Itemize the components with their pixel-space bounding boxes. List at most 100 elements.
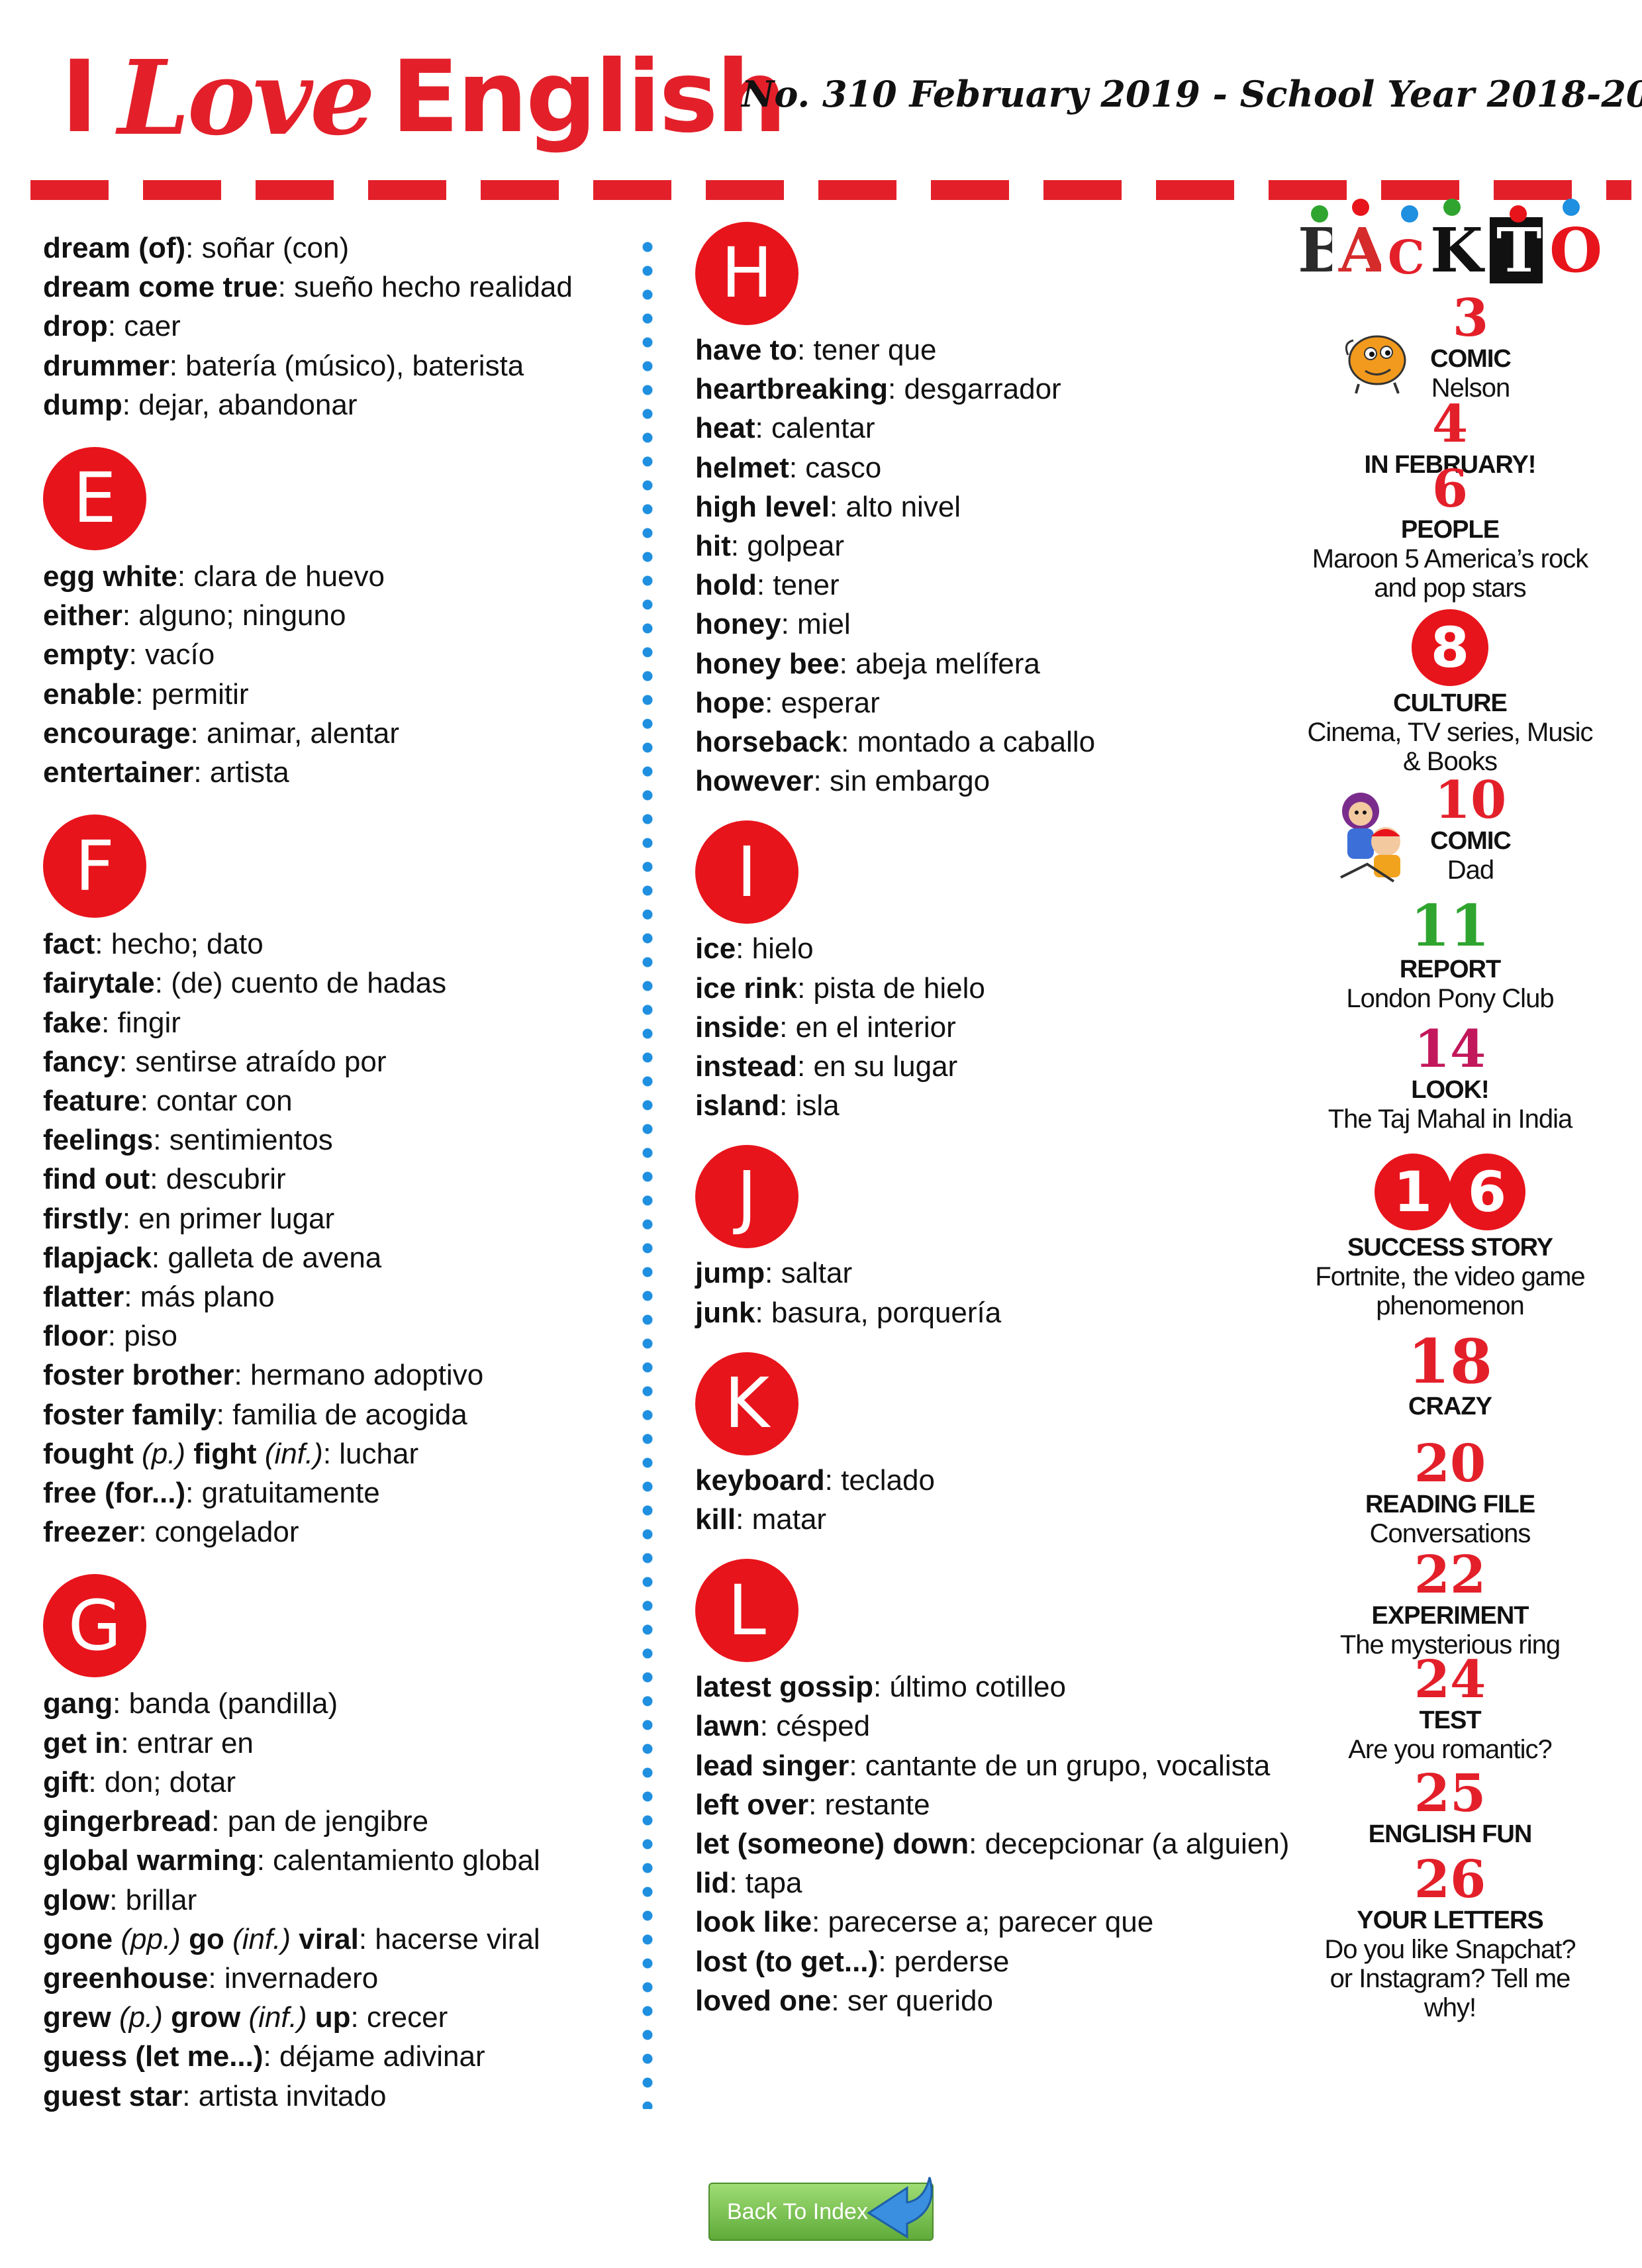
term-colon: : [263,2040,279,2073]
glossary-entry: fancy: sentirse atraído por [43,1042,632,1081]
glossary-entry: floor: piso [43,1316,632,1356]
entry-term: guess (let me...) [43,2040,264,2073]
toc-item[interactable]: 10 COMIC Dad [1278,775,1622,885]
entry-definition: fingir [117,1006,181,1039]
toc-item[interactable]: 6 PEOPLE Maroon 5 America’s rock and pop s… [1278,464,1622,603]
entry-definition: saltar [781,1257,853,1290]
toc-item[interactable]: 18 CRAZY [1278,1331,1622,1421]
toc-item[interactable]: 3 COMIC Nelson [1278,293,1622,403]
entry-definition: calentar [771,412,875,445]
entry-term: however [695,765,814,798]
term-colon: : [849,1749,865,1782]
term-colon: : [322,1437,340,1470]
term-colon: : [124,1281,140,1314]
term-colon: : [824,1463,842,1497]
toc-section-desc: Conversations [1369,1519,1531,1548]
term-colon: : [211,1805,228,1838]
letter-section-header: L [695,1559,1291,1663]
toc-item[interactable]: 25 ENGLISH FUN [1278,1768,1622,1849]
term-colon: : [887,373,904,406]
glossary-entry: gone (pp.) go (inf.) viral: hacerse vira… [43,1920,632,1959]
glossary-entry: island: isla [695,1086,1291,1125]
glossary-entry: lead singer: cantante de un grupo, vocal… [695,1746,1291,1785]
entry-definition: artista [209,756,289,789]
entry-term: go [189,1922,224,1955]
entry-definition: calentamiento global [273,1844,540,1877]
term-colon: : [756,569,773,602]
entry-term: flatter [43,1281,124,1314]
entry-definition: banda (pandilla) [128,1687,338,1720]
glossary-entry: freezer: congelador [43,1512,632,1552]
page-number: 4 [1431,394,1469,454]
toc-section-title: CRAZY [1408,1393,1492,1420]
toc-item[interactable]: 14 LOOK! The Taj Mahal in India [1278,1024,1622,1134]
toc-item[interactable]: 20 READING FILE Conversations [1278,1438,1622,1549]
glossary-entry: fairytale: (de) cuento de hadas [43,963,632,1003]
term-colon: : [841,726,857,759]
glossary-entry: enable: permitir [43,675,632,714]
glossary-entry: honey bee: abeja melífera [695,644,1291,683]
entry-term: honey bee [695,647,840,680]
glossary-entry: ice rink: pista de hielo [695,969,1291,1008]
grammar-note: (p.) [119,2001,163,2034]
glossary-entry: dream come true: sueño hecho realidad [43,268,632,307]
term-colon: : [122,1202,139,1235]
entry-term: enable [43,677,136,711]
entry-term: lost (to get...) [695,1945,879,1978]
glossary-entry: glow: brillar [43,1881,632,1920]
entry-term: greenhouse [43,1961,209,1995]
toc-item[interactable]: 11 REPORT London Pony Club [1278,898,1622,1014]
term-colon: : [736,1503,752,1536]
toc-section-desc: The Taj Mahal in India [1328,1105,1573,1134]
glossary-entry: foster brother: hermano adoptivo [43,1356,632,1395]
toc-item[interactable]: 24 TEST Are you romantic? [1278,1654,1622,1765]
term-colon: : [216,1398,233,1431]
toc-item[interactable]: 26 YOUR LETTERS Do you like Snapchat? or I… [1278,1854,1622,2023]
entry-definition: hacerse viral [375,1922,540,1955]
glossary-entry: entertainer: artista [43,753,632,792]
entry-term: drummer [43,349,169,382]
entry-term: feelings [43,1124,154,1157]
toc-item[interactable]: 22 EXPERIMENT The mysterious ring [1278,1545,1622,1660]
term-colon: : [190,716,207,750]
toc-item[interactable]: 8 CULTURE Cinema, TV series, Music & Books [1278,609,1622,776]
logo-word-english: English [391,40,787,155]
glossary-entry: get in: entrar en [43,1724,632,1763]
entry-definition: sentimientos [169,1124,333,1157]
term-colon: : [277,271,295,304]
term-colon: : [151,1241,168,1274]
term-colon: : [736,932,752,965]
grammar-note: (p.) [142,1437,186,1470]
toc-item[interactable]: 1 6 SUCCESS STORY Fortnite, the video game … [1278,1154,1622,1320]
entry-term: horseback [695,726,842,759]
page-number: 6 [1431,459,1469,519]
entry-term: foster brother [43,1359,234,1392]
toc-section-desc: Cinema, TV series, Music & Books [1307,718,1594,776]
letter-badge: J [695,1145,798,1249]
entry-definition: pan de jengibre [227,1805,429,1838]
toc-section-title: REPORT [1399,956,1501,983]
glossary-entry: heat: calentar [695,409,1291,448]
toc-section-title: COMIC [1430,827,1512,855]
glossary-entry: drop: caer [43,307,632,346]
entry-definition: hermano adoptivo [250,1359,484,1392]
entry-term: ice [695,932,736,965]
glossary-entry: latest gossip: último cotilleo [695,1667,1291,1706]
glossary-entry: lost (to get...): perderse [695,1942,1291,1981]
term-colon: : [177,560,194,593]
term-colon: : [781,608,798,641]
page-number: 22 [1414,1545,1486,1605]
glossary-entry: fake: fingir [43,1003,632,1042]
entry-definition: isla [795,1089,840,1122]
term-colon: : [193,756,210,789]
entry-term: foster family [43,1398,217,1431]
back-arrow-icon[interactable] [861,2171,940,2243]
glossary-entry: however: sin embargo [695,762,1291,801]
term-colon: : [755,412,771,445]
letter-badge: F [43,814,146,918]
letter-badge: G [43,1574,146,1678]
entry-definition: matar [751,1503,827,1536]
back-to-index-label: Back To Index [727,2198,868,2224]
term-colon: : [107,1320,124,1353]
toc-section-desc: Do you like Snapchat? or Instagram? Tell… [1324,1935,1576,2022]
